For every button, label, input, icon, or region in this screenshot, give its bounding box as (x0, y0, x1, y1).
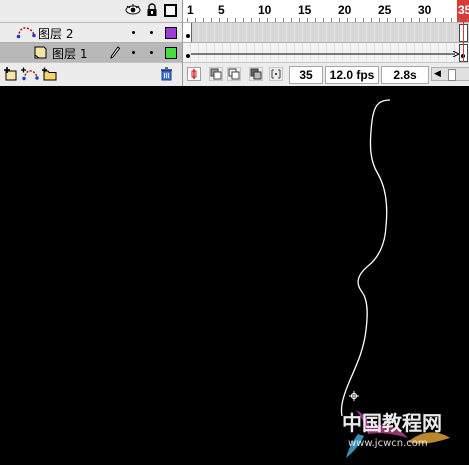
ruler-tick (331, 18, 332, 22)
insert-folder-icon[interactable] (41, 67, 57, 81)
ruler-tick (219, 18, 220, 22)
ruler-tick (467, 18, 468, 22)
tween-arrow (191, 51, 459, 57)
ruler-label: 1 (187, 3, 194, 17)
ruler-label: 20 (338, 3, 352, 17)
frames-layer-1[interactable] (183, 43, 469, 63)
ruler-tick (451, 18, 452, 22)
onion-skin-outlines-icon[interactable] (227, 67, 241, 81)
ruler-tick (419, 18, 420, 22)
ruler-tick (275, 18, 276, 22)
visibility-dot[interactable] (132, 51, 135, 54)
ruler-tick (259, 18, 260, 22)
add-motion-guide-icon[interactable] (21, 67, 39, 81)
ruler-tick (315, 18, 316, 22)
ruler-tick (403, 18, 404, 22)
scroll-thumb[interactable] (448, 69, 456, 81)
watermark-logo: 中国教程网 www.jcwcn.com (342, 410, 450, 458)
registration-point-icon[interactable] (349, 391, 359, 401)
ruler-tick (347, 18, 348, 22)
ruler-label: 10 (258, 3, 272, 17)
horizontal-scrollbar[interactable]: ◀ (431, 67, 469, 81)
ruler-tick (379, 18, 380, 22)
ruler-tick (323, 18, 324, 22)
onion-skin-icon[interactable] (209, 67, 223, 81)
frame-ruler[interactable]: 1 5 10 15 20 25 30 35 (183, 0, 469, 23)
pencil-icon (110, 46, 120, 59)
edit-multiple-frames-icon[interactable] (249, 67, 263, 81)
trash-icon[interactable] (160, 67, 173, 81)
ruler-tick (291, 18, 292, 22)
ruler-label: 25 (378, 3, 392, 17)
timeline-controls: 35 12.0 fps 2.8s ◀ (183, 62, 469, 87)
ruler-tick (395, 18, 396, 22)
motion-guide-icon (16, 27, 36, 39)
eye-icon[interactable] (125, 3, 141, 17)
ruler-tick (243, 18, 244, 22)
ruler-tick (283, 18, 284, 22)
layer-icon (34, 46, 47, 59)
layer-row-1[interactable]: 图层 1 (0, 43, 182, 63)
timeline-panel: 图层 2 图层 1 1 5 10 15 20 25 30 35 35 12.0 … (0, 0, 469, 87)
frames-layer-2[interactable] (183, 23, 469, 43)
insert-layer-icon[interactable] (3, 67, 17, 81)
svg-text:www.jcwcn.com: www.jcwcn.com (348, 438, 428, 449)
ruler-tick (459, 18, 460, 22)
lock-dot[interactable] (150, 31, 153, 34)
center-frame-icon[interactable] (187, 67, 201, 81)
ruler-tick (339, 18, 340, 22)
ruler-tick (371, 18, 372, 22)
outline-icon[interactable] (164, 3, 177, 17)
current-frame-field[interactable]: 35 (289, 66, 323, 84)
ruler-tick (427, 18, 428, 22)
ruler-label: 30 (418, 3, 432, 17)
ruler-tick (387, 18, 388, 22)
ruler-tick (187, 18, 188, 22)
ruler-tick (299, 18, 300, 22)
outline-swatch-purple[interactable] (165, 27, 177, 39)
ruler-tick (363, 18, 364, 22)
ruler-tick (195, 18, 196, 22)
lock-dot[interactable] (150, 51, 153, 54)
lock-icon[interactable] (146, 3, 158, 17)
ruler-tick (443, 18, 444, 22)
keyframe-cell[interactable] (183, 23, 192, 42)
ruler-tick (267, 18, 268, 22)
playhead-line (463, 22, 464, 62)
layer-name-2[interactable]: 图层 2 (38, 25, 73, 42)
ruler-label: 15 (298, 3, 312, 17)
ruler-tick (235, 18, 236, 22)
layer-buttons-bar (0, 62, 182, 87)
layer-header (0, 0, 182, 23)
keyframe-dot[interactable] (186, 54, 190, 58)
modify-onion-markers-icon[interactable] (269, 67, 283, 81)
outline-swatch-green[interactable] (165, 47, 177, 59)
layer-row-2[interactable]: 图层 2 (0, 23, 182, 43)
frame-area: 1 5 10 15 20 25 30 35 35 12.0 fps 2.8s ◀ (182, 0, 469, 87)
ruler-tick (211, 18, 212, 22)
layer-name-1[interactable]: 图层 1 (52, 45, 87, 62)
flash-editor: 图层 2 图层 1 1 5 10 15 20 25 30 35 35 12.0 … (0, 0, 469, 465)
keyframe-dot[interactable] (186, 34, 190, 38)
ruler-tick (203, 18, 204, 22)
ruler-tick (435, 18, 436, 22)
ruler-tick (355, 18, 356, 22)
ruler-tick (227, 18, 228, 22)
visibility-dot[interactable] (132, 31, 135, 34)
ruler-label: 35 (458, 3, 469, 17)
scroll-left-icon[interactable]: ◀ (434, 69, 441, 79)
svg-text:中国教程网: 中国教程网 (342, 411, 442, 435)
ruler-label: 5 (218, 3, 225, 17)
layer-list: 图层 2 图层 1 (0, 0, 182, 87)
ruler-tick (411, 18, 412, 22)
ruler-tick (307, 18, 308, 22)
frame-rate-field[interactable]: 12.0 fps (325, 66, 379, 84)
elapsed-time-field: 2.8s (381, 66, 429, 84)
ruler-tick (251, 18, 252, 22)
